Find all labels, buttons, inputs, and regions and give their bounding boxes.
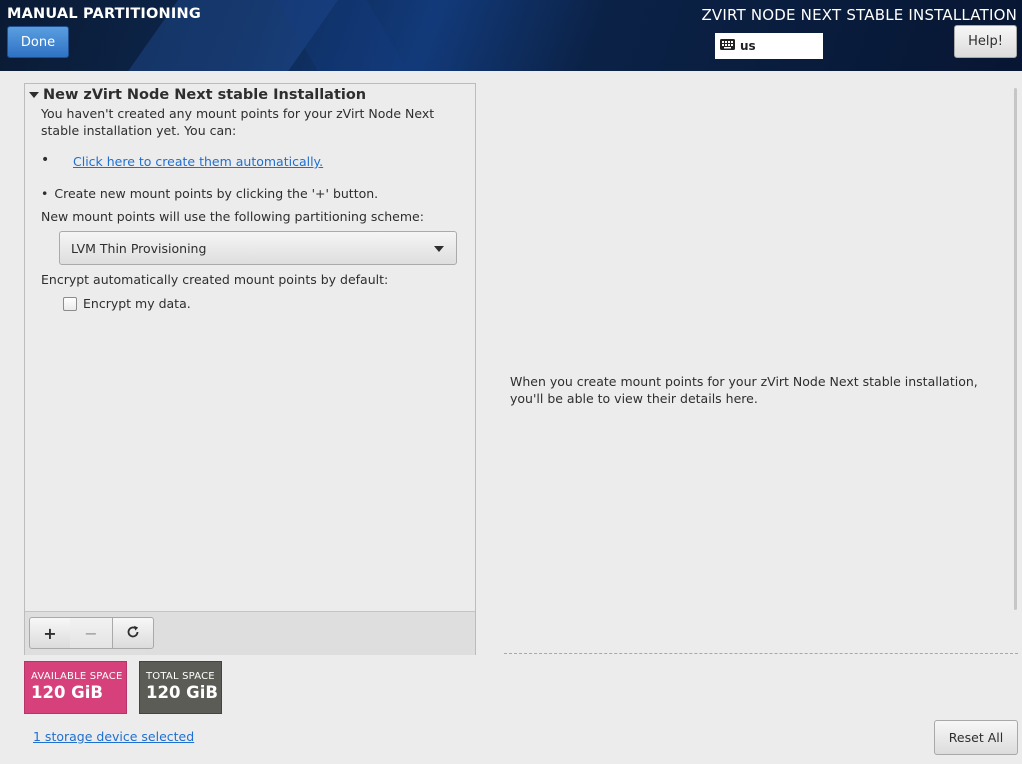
- total-space-box: TOTAL SPACE 120 GiB: [139, 661, 222, 714]
- bullet-icon: •: [41, 152, 50, 168]
- expander-arrow-icon: [29, 92, 39, 98]
- encrypt-label: Encrypt automatically created mount poin…: [41, 272, 389, 287]
- manual-create-text: Create new mount points by clicking the …: [54, 186, 379, 201]
- refresh-icon: [126, 624, 140, 643]
- installation-expander[interactable]: New zVirt Node Next stable Installation: [29, 87, 366, 103]
- help-button[interactable]: Help!: [954, 25, 1017, 58]
- chevron-down-icon: [434, 246, 444, 252]
- partitioning-scheme-value: LVM Thin Provisioning: [71, 240, 207, 256]
- add-mount-point-button[interactable]: +: [29, 617, 71, 649]
- remove-mount-point-button[interactable]: −: [70, 617, 112, 649]
- manual-create-hint: • Create new mount points by clicking th…: [41, 186, 378, 201]
- create-automatically-link[interactable]: Click here to create them automatically.: [73, 154, 323, 169]
- installer-title: ZVIRT NODE NEXT STABLE INSTALLATION: [701, 6, 1017, 24]
- available-space-box: AVAILABLE SPACE 120 GiB: [24, 661, 127, 714]
- mount-point-details-placeholder: When you create mount points for your zV…: [510, 374, 978, 406]
- available-space-value: 120 GiB: [31, 683, 103, 702]
- partitioning-scheme-dropdown[interactable]: LVM Thin Provisioning: [59, 231, 457, 265]
- done-button[interactable]: Done: [7, 26, 69, 58]
- keyboard-icon: [720, 39, 735, 53]
- reset-all-button[interactable]: Reset All: [934, 720, 1018, 755]
- encrypt-checkbox[interactable]: [63, 296, 77, 311]
- mount-point-toolbar: + −: [25, 611, 475, 655]
- keyboard-layout-indicator[interactable]: us: [715, 33, 823, 59]
- details-divider: [504, 653, 1018, 654]
- mount-points-panel: New zVirt Node Next stable Installation …: [24, 83, 476, 655]
- details-scrollbar[interactable]: [1014, 88, 1017, 610]
- header-bar: MANUAL PARTITIONING ZVIRT NODE NEXT STAB…: [0, 0, 1022, 71]
- total-space-label: TOTAL SPACE: [146, 671, 215, 682]
- keyboard-layout-label: us: [740, 39, 756, 53]
- encrypt-checkbox-label[interactable]: Encrypt my data.: [83, 296, 191, 311]
- refresh-button[interactable]: [112, 617, 154, 649]
- scheme-label: New mount points will use the following …: [41, 209, 424, 224]
- no-mount-points-message: You haven't created any mount points for…: [41, 106, 435, 138]
- total-space-value: 120 GiB: [146, 683, 218, 702]
- bullet-icon: •: [41, 186, 49, 201]
- available-space-label: AVAILABLE SPACE: [31, 671, 123, 682]
- page-title: MANUAL PARTITIONING: [7, 6, 201, 22]
- storage-devices-link[interactable]: 1 storage device selected: [33, 729, 194, 744]
- encrypt-option[interactable]: Encrypt my data.: [63, 296, 191, 311]
- expander-title: New zVirt Node Next stable Installation: [43, 87, 367, 103]
